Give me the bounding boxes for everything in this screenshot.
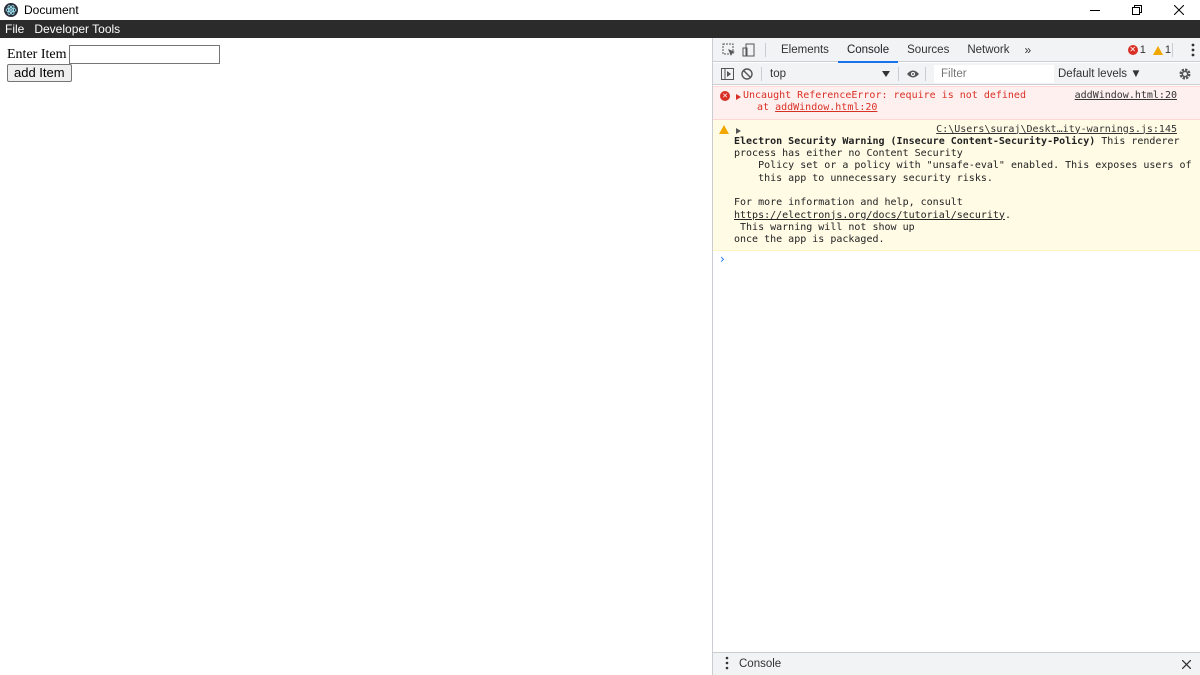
warning-blank-line [734, 185, 1177, 197]
close-icon [1174, 5, 1184, 15]
add-item-button[interactable]: add Item [7, 64, 72, 82]
tab-console[interactable]: Console [837, 38, 899, 63]
drawer-tab-console[interactable]: Console [739, 658, 781, 670]
warning-line1-tail: This renderer [1095, 135, 1180, 147]
context-select[interactable]: top [766, 64, 894, 84]
stack-link[interactable]: addWindow.html:20 [775, 102, 877, 113]
kebab-icon [1191, 43, 1195, 57]
console-toolbar: top Default levels ▼ [713, 63, 1200, 85]
security-docs-link[interactable]: https://electronjs.org/docs/tutorial/sec… [734, 210, 1005, 221]
warning-link-tail: . [1004, 209, 1011, 221]
live-expression-button[interactable] [903, 64, 923, 84]
stack-at-label: at [757, 102, 770, 114]
tab-sources[interactable]: Sources [898, 38, 958, 62]
filter-input[interactable] [934, 64, 1054, 83]
console-error-message[interactable]: ✕ addWindow.html:20 Uncaught ReferenceEr… [713, 86, 1200, 120]
inspect-icon [722, 43, 735, 56]
more-tabs-button[interactable]: » [1019, 43, 1038, 57]
devtools-tab-bar: Elements Console Sources Network » ✕ 1 1 [713, 38, 1200, 63]
warning-line: Policy set or a policy with "unsafe-eval… [734, 160, 1192, 172]
error-source-link[interactable]: addWindow.html:20 [1075, 90, 1177, 102]
drawer-close-button[interactable] [1177, 655, 1195, 673]
minimize-button[interactable] [1074, 0, 1116, 20]
console-warning-message[interactable]: C:\Users\suraj\Deskt…ity-warnings.js:145… [713, 119, 1200, 251]
devtools-panel: Elements Console Sources Network » ✕ 1 1… [712, 38, 1200, 675]
title-bar: Document [0, 0, 1200, 20]
warning-line: once the app is packaged. [734, 234, 885, 246]
toolbar-divider [761, 66, 762, 81]
warning-link-line: https://electronjs.org/docs/tutorial/sec… [734, 210, 1177, 222]
sidebar-icon [720, 67, 734, 80]
expand-triangle-icon[interactable] [736, 94, 741, 100]
error-count: 1 [1139, 44, 1146, 56]
window-controls [1074, 0, 1200, 20]
warning-icon [719, 124, 729, 134]
gear-icon [1179, 68, 1191, 80]
expand-triangle-icon[interactable] [736, 127, 741, 134]
warning-count: 1 [1164, 44, 1171, 56]
devtools-menu-button[interactable] [1191, 38, 1195, 62]
menu-bar: File Developer Tools [0, 20, 1200, 38]
warning-source-row: C:\Users\suraj\Deskt…ity-warnings.js:145 [734, 124, 1177, 136]
toolbar-divider [1172, 43, 1173, 57]
tab-elements[interactable]: Elements [772, 38, 838, 62]
error-icon: ✕ [720, 91, 730, 101]
enter-item-label: Enter Item [7, 46, 67, 62]
device-icon [742, 43, 755, 56]
clear-console-button[interactable] [737, 64, 757, 84]
dropdown-arrow-icon [882, 70, 890, 77]
issue-counter[interactable]: ✕ 1 1 [1127, 38, 1171, 62]
electron-icon [4, 3, 18, 17]
console-prompt[interactable]: › [713, 251, 1200, 267]
menu-file[interactable]: File [0, 20, 29, 38]
warning-line: process has either no Content Security [734, 148, 963, 160]
drawer-menu-button[interactable] [725, 656, 729, 673]
toolbar-divider [925, 66, 926, 81]
close-button[interactable] [1158, 0, 1200, 20]
restore-icon [1132, 5, 1142, 15]
warning-line: This warning will not show up [734, 221, 915, 233]
warning-icon [1152, 45, 1163, 55]
warning-source-link[interactable]: C:\Users\suraj\Deskt…ity-warnings.js:145 [936, 124, 1177, 136]
inspect-element-button[interactable] [719, 40, 739, 60]
kebab-icon [725, 656, 729, 669]
context-value: top [770, 67, 786, 80]
toolbar-divider [765, 42, 766, 57]
warning-title-line: Electron Security Warning (Insecure Cont… [734, 135, 1180, 148]
tab-network[interactable]: Network [958, 38, 1018, 62]
device-toolbar-button[interactable] [739, 40, 759, 60]
show-sidebar-button[interactable] [717, 64, 737, 84]
menu-developer-tools[interactable]: Developer Tools [29, 20, 125, 38]
toolbar-divider [898, 66, 899, 81]
item-input[interactable] [69, 45, 221, 64]
restore-button[interactable] [1116, 0, 1158, 20]
app-content: Enter Item add Item [0, 38, 712, 675]
warning-title: Electron Security Warning (Insecure Cont… [734, 135, 1096, 147]
window-title: Document [24, 3, 79, 17]
console-output[interactable]: ✕ addWindow.html:20 Uncaught ReferenceEr… [713, 86, 1200, 652]
console-settings-button[interactable] [1175, 64, 1195, 84]
warning-line: For more information and help, consult [734, 197, 963, 209]
devtools-drawer: Console [713, 652, 1200, 675]
error-stack-line: at addWindow.html:20 [743, 102, 1177, 114]
warning-line: this app to unnecessary security risks. [734, 172, 993, 184]
eye-icon [907, 70, 919, 77]
item-form-row: Enter Item [7, 45, 221, 64]
error-icon: ✕ [1127, 45, 1138, 55]
clear-icon [741, 67, 753, 80]
minimize-icon [1090, 10, 1100, 11]
close-icon [1181, 659, 1191, 669]
log-levels-dropdown[interactable]: Default levels ▼ [1058, 68, 1142, 80]
